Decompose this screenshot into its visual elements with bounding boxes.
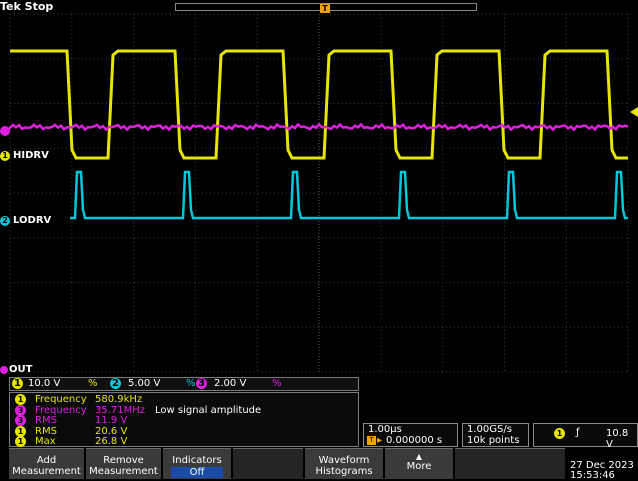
ch1-label: HIDRV [13,150,49,161]
measurement-panel[interactable]: 1 Frequency 580.9kHz 3 Frequency 35.71MHz Low … [9,392,359,448]
measurement-source-badge: 1 [15,436,26,448]
ch1-scale[interactable]: 10.0 V [28,378,60,390]
measurement-value: 11.9 V [95,415,128,427]
measurement-value: 35.71MHz [95,404,146,416]
oscilloscope-screen: Tek Stop T 1 HIDRV 2 LODRV OUT 1 10.0 V … [0,0,638,481]
measurement-value: 20.6 V [95,425,128,437]
ref-out-marker[interactable] [0,366,8,374]
trigger-settings[interactable]: 1 ƒ 10.8 V [533,423,638,450]
trigger-source-badge: 1 [554,428,565,439]
measurement-value: 26.8 V [95,436,128,448]
date-time: 27 Dec 2023 15:53:46 [570,461,634,481]
measurement-source-badge: 1 [15,394,26,405]
measurement-source-badge: 3 [15,415,26,427]
grid-lines [9,13,629,373]
measurement-note: Low signal amplitude [155,404,262,416]
menu-spacer [233,448,303,479]
chevron-up-icon: ▲ [415,452,423,461]
ch1-ground-marker[interactable]: 1 [0,151,10,161]
acquisition-settings[interactable]: 1.00GS/s 10k points [462,423,529,447]
indicators-button[interactable]: Indicators Off [163,448,231,479]
indicators-label: Indicators [172,455,222,466]
ref-out-label: OUT [9,364,33,375]
record-length: 10k points [467,435,520,446]
measurement-label: Max [35,436,56,448]
ch1-scale-badge[interactable]: 1 [12,378,23,390]
ch2-ground-marker[interactable]: 2 [0,216,10,226]
horizontal-delay-arrow: ▸ [377,435,383,446]
ch3-scale[interactable]: 2.00 V [214,378,246,390]
measurement-label: Frequency [35,394,87,405]
trigger-level: 10.8 V [606,428,629,450]
sample-rate: 1.00GS/s [467,424,512,435]
measurement-label: RMS [35,425,57,437]
horizontal-delay: 0.000000 s [386,435,443,446]
measurement-source-badge: 3 [15,404,26,416]
waveform-histograms-button[interactable]: Waveform Histograms [305,448,383,479]
ch3-ground-marker[interactable] [0,126,10,136]
ch1-bw-icon: % [88,378,98,389]
ch2-waveform [70,170,628,220]
time: 15:53:46 [570,470,615,481]
more-label: More [406,461,432,472]
brand-status: Tek Stop [0,0,54,13]
rising-edge-icon: ƒ [576,427,580,438]
more-button[interactable]: ▲ More [385,448,453,479]
trigger-position-marker[interactable]: T [320,4,330,13]
ch3-scale-badge[interactable]: 3 [196,378,207,390]
channel-settings-bar[interactable]: 1 10.0 V % 2 5.00 V % 3 2.00 V % [9,377,359,391]
horizontal-settings[interactable]: 1.00µs T ▸ 0.000000 s [363,423,458,447]
horizontal-scale: 1.00µs [368,424,402,435]
measurement-source-badge: 1 [15,425,26,437]
remove-measurement-button[interactable]: Remove Measurement [86,448,161,479]
measurement-label: RMS [35,415,57,427]
ch2-bw-icon: % [186,378,196,389]
add-measurement-button[interactable]: Add Measurement [9,448,84,479]
trigger-delay-icon: T [367,436,376,445]
measurement-value: 580.9kHz [95,394,143,405]
graticule [8,13,629,373]
ch2-scale[interactable]: 5.00 V [128,378,160,390]
menu-spacer-2 [455,448,565,479]
ch2-scale-badge[interactable]: 2 [110,378,121,390]
measurement-label: Frequency [35,404,87,416]
trigger-level-marker[interactable] [630,107,638,117]
ch2-label: LODRV [13,215,52,226]
indicators-state: Off [171,467,223,478]
ch3-bw-icon: % [272,378,282,389]
